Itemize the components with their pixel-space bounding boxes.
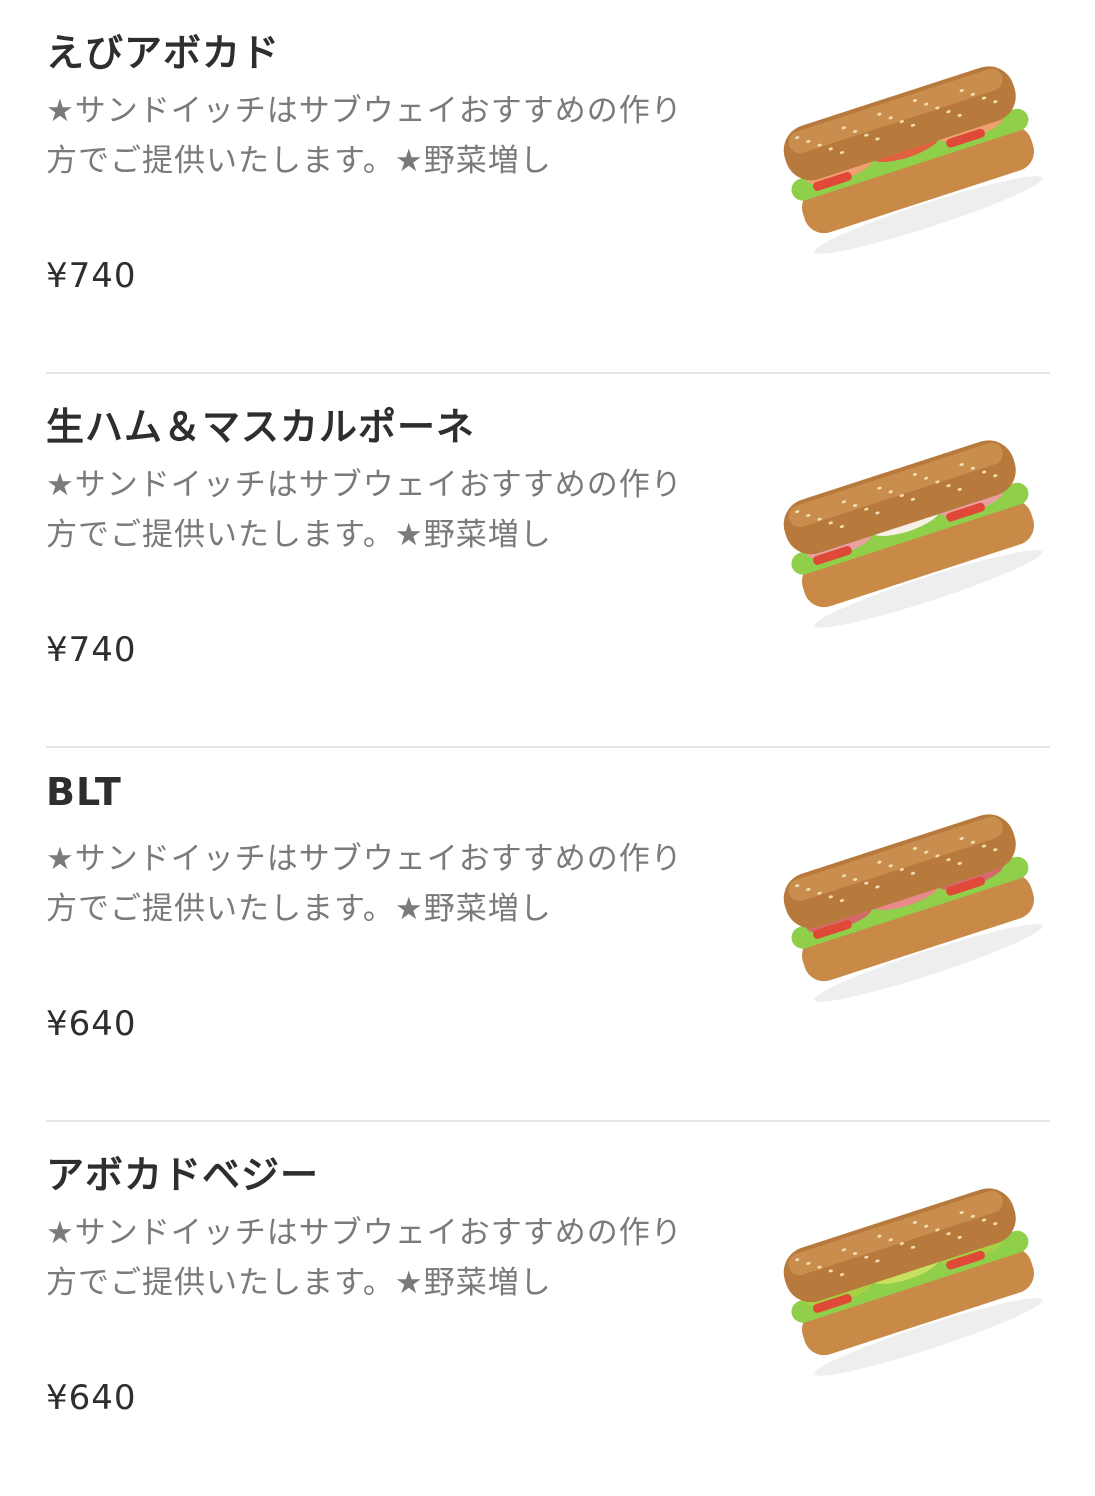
menu-list: えびアボカド ★サンドイッチはサブウェイおすすめの作り方でご提供いたします。★野… (0, 0, 1095, 1440)
menu-item-description: ★サンドイッチはサブウェイおすすめの作り方でご提供いたします。★野菜増し (46, 467, 683, 553)
menu-item-price: ¥740 (46, 256, 137, 296)
menu-item-price: ¥640 (46, 1004, 137, 1044)
menu-item-name: アボカドベジー (46, 1153, 320, 1197)
menu-item-price: ¥640 (46, 1378, 137, 1418)
menu-item-description: ★サンドイッチはサブウェイおすすめの作り方でご提供いたします。★野菜増し (46, 841, 683, 927)
menu-item-blt[interactable]: BLT ★サンドイッチはサブウェイおすすめの作り方でご提供いたします。★野菜増し… (46, 748, 1050, 1122)
menu-item-name: えびアボカド (46, 31, 281, 75)
menu-item-name: 生ハム＆マスカルポーネ (46, 405, 476, 449)
menu-item-name: BLT (46, 770, 122, 814)
menu-item-description: ★サンドイッチはサブウェイおすすめの作り方でご提供いたします。★野菜増し (46, 1215, 683, 1301)
shrimp-avocado-sandwich-image[interactable] (768, 40, 1050, 270)
avocado-veggie-sandwich-image[interactable] (768, 1162, 1050, 1392)
blt-sandwich-image[interactable] (768, 788, 1050, 1018)
prosciutto-mascarpone-sandwich-image[interactable] (768, 414, 1050, 644)
menu-item-shrimp-avocado[interactable]: えびアボカド ★サンドイッチはサブウェイおすすめの作り方でご提供いたします。★野… (46, 0, 1050, 374)
menu-item-prosciutto-mascarpone[interactable]: 生ハム＆マスカルポーネ ★サンドイッチはサブウェイおすすめの作り方でご提供いたし… (46, 374, 1050, 748)
menu-item-description: ★サンドイッチはサブウェイおすすめの作り方でご提供いたします。★野菜増し (46, 93, 683, 179)
menu-item-price: ¥740 (46, 630, 137, 670)
